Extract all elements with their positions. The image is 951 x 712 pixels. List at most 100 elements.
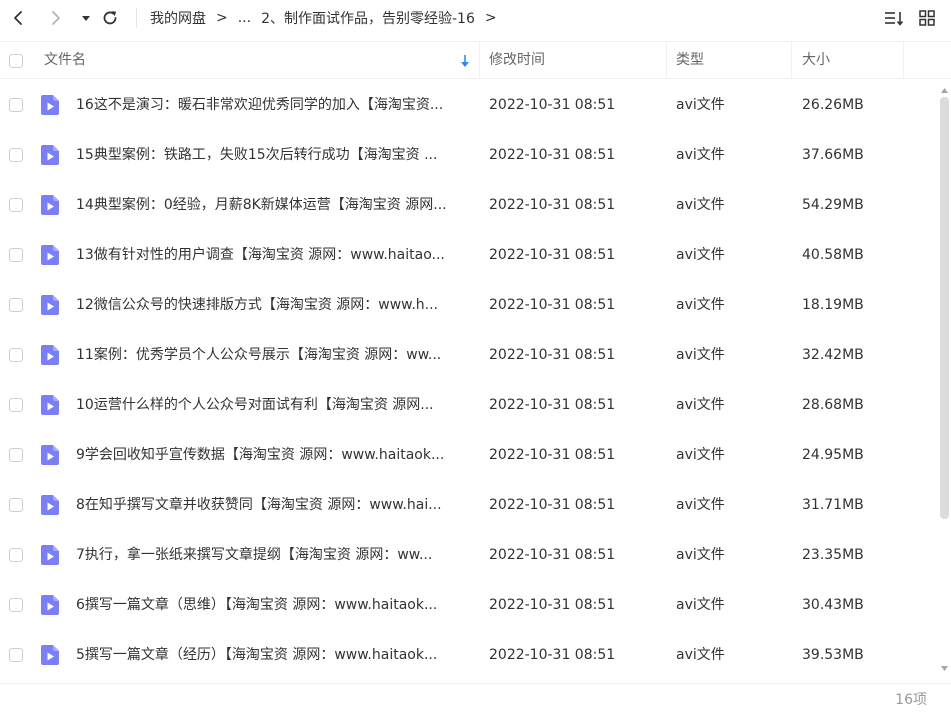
caret-down-icon <box>82 16 90 21</box>
sort-down-arrow-icon[interactable] <box>458 53 472 69</box>
file-row[interactable]: 6撰写一篇文章（思维）【海淘宝资 源网：www.haitaok... 2022-… <box>0 580 938 630</box>
file-size: 54.29MB <box>802 197 864 213</box>
chevron-right-icon <box>52 11 60 25</box>
video-file-icon <box>41 445 59 465</box>
video-file-icon <box>41 295 59 315</box>
list-sort-icon <box>885 12 904 26</box>
file-type: avi文件 <box>676 647 725 663</box>
file-size: 31.71MB <box>802 497 864 513</box>
file-name[interactable]: 12微信公众号的快速排版方式【海淘宝资 源网：www.h... <box>76 280 472 330</box>
column-divider[interactable] <box>666 42 667 79</box>
file-type: avi文件 <box>676 447 725 463</box>
top-toolbar: 我的网盘 > ... 2、制作面试作品，告别零经验-16 > <box>0 0 951 36</box>
file-type: avi文件 <box>676 197 725 213</box>
video-file-icon <box>41 645 59 665</box>
file-size: 24.95MB <box>802 447 864 463</box>
file-size: 26.26MB <box>802 97 864 113</box>
file-modified-time: 2022-10-31 08:51 <box>489 647 616 663</box>
breadcrumb-ellipsis[interactable]: ... <box>238 10 251 26</box>
video-file-icon <box>41 395 59 415</box>
file-type: avi文件 <box>676 297 725 313</box>
file-row[interactable]: 14典型案例：0经验，月薪8K新媒体运营【海淘宝资 源网... 2022-10-… <box>0 180 938 230</box>
file-type: avi文件 <box>676 597 725 613</box>
row-checkbox[interactable] <box>9 598 23 612</box>
grid-view-icon <box>919 10 935 26</box>
file-row[interactable]: 5撰写一篇文章（经历）【海淘宝资 源网：www.haitaok... 2022-… <box>0 630 938 680</box>
file-name[interactable]: 6撰写一篇文章（思维）【海淘宝资 源网：www.haitaok... <box>76 580 472 630</box>
file-name[interactable]: 8在知乎撰写文章并收获赞同【海淘宝资 源网：www.hai... <box>76 480 472 530</box>
column-size-header[interactable]: 大小 <box>802 42 830 79</box>
column-type-header[interactable]: 类型 <box>676 42 704 79</box>
grid-view-button[interactable] <box>916 7 938 29</box>
file-row[interactable]: 15典型案例：铁路工，失败15次后转行成功【海淘宝资 ... 2022-10-3… <box>0 130 938 180</box>
video-file-icon <box>41 145 59 165</box>
file-name[interactable]: 10运营什么样的个人公众号对面试有利【海淘宝资 源网... <box>76 380 472 430</box>
toolbar-divider <box>136 8 137 28</box>
file-size: 30.43MB <box>802 597 864 613</box>
sort-order-button[interactable] <box>883 7 905 29</box>
row-checkbox[interactable] <box>9 348 23 362</box>
video-file-icon <box>41 95 59 115</box>
scrollbar-thumb[interactable] <box>940 97 949 519</box>
column-header: 文件名 修改时间 类型 大小 <box>0 41 951 79</box>
row-checkbox[interactable] <box>9 448 23 462</box>
row-checkbox[interactable] <box>9 148 23 162</box>
column-name-header[interactable]: 文件名 <box>44 42 86 79</box>
breadcrumb-separator: > <box>216 10 228 26</box>
breadcrumb: 我的网盘 > ... 2、制作面试作品，告别零经验-16 > <box>150 0 507 36</box>
file-row[interactable]: 7执行，拿一张纸来撰写文章提纲【海淘宝资 源网：ww... 2022-10-31… <box>0 530 938 580</box>
file-modified-time: 2022-10-31 08:51 <box>489 197 616 213</box>
file-name[interactable]: 9学会回收知乎宣传数据【海淘宝资 源网：www.haitaok... <box>76 430 472 480</box>
refresh-button[interactable] <box>98 6 122 30</box>
file-name[interactable]: 5撰写一篇文章（经历）【海淘宝资 源网：www.haitaok... <box>76 630 472 680</box>
row-checkbox[interactable] <box>9 98 23 112</box>
row-checkbox[interactable] <box>9 198 23 212</box>
file-name[interactable]: 11案例：优秀学员个人公众号展示【海淘宝资 源网：ww... <box>76 330 472 380</box>
file-row[interactable]: 8在知乎撰写文章并收获赞同【海淘宝资 源网：www.hai... 2022-10… <box>0 480 938 530</box>
scroll-down-arrow-icon[interactable] <box>940 664 949 673</box>
file-name[interactable]: 15典型案例：铁路工，失败15次后转行成功【海淘宝资 ... <box>76 130 472 180</box>
file-type: avi文件 <box>676 547 725 563</box>
forward-button[interactable] <box>44 6 68 30</box>
column-modified-header[interactable]: 修改时间 <box>489 42 545 79</box>
breadcrumb-root[interactable]: 我的网盘 <box>150 8 206 28</box>
file-modified-time: 2022-10-31 08:51 <box>489 297 616 313</box>
vertical-scrollbar[interactable] <box>938 80 951 680</box>
status-bar: 16项 <box>0 683 951 712</box>
breadcrumb-separator: > <box>484 10 497 26</box>
history-dropdown-button[interactable] <box>74 6 98 30</box>
file-row[interactable]: 11案例：优秀学员个人公众号展示【海淘宝资 源网：ww... 2022-10-3… <box>0 330 938 380</box>
file-row[interactable]: 9学会回收知乎宣传数据【海淘宝资 源网：www.haitaok... 2022-… <box>0 430 938 480</box>
file-name[interactable]: 16这不是演习：暖石非常欢迎优秀同学的加入【海淘宝资... <box>76 80 472 130</box>
row-checkbox[interactable] <box>9 548 23 562</box>
row-checkbox[interactable] <box>9 648 23 662</box>
file-modified-time: 2022-10-31 08:51 <box>489 497 616 513</box>
column-divider[interactable] <box>479 42 480 79</box>
scroll-up-arrow-icon[interactable] <box>940 86 949 95</box>
file-modified-time: 2022-10-31 08:51 <box>489 397 616 413</box>
row-checkbox[interactable] <box>9 248 23 262</box>
file-name[interactable]: 7执行，拿一张纸来撰写文章提纲【海淘宝资 源网：ww... <box>76 530 472 580</box>
row-checkbox[interactable] <box>9 398 23 412</box>
row-checkbox[interactable] <box>9 298 23 312</box>
chevron-left-icon <box>14 11 22 25</box>
file-name[interactable]: 13做有针对性的用户调查【海淘宝资 源网：www.haitao... <box>76 230 472 280</box>
file-row[interactable]: 12微信公众号的快速排版方式【海淘宝资 源网：www.h... 2022-10-… <box>0 280 938 330</box>
file-modified-time: 2022-10-31 08:51 <box>489 447 616 463</box>
video-file-icon <box>41 495 59 515</box>
column-divider[interactable] <box>903 42 904 79</box>
file-row[interactable]: 10运营什么样的个人公众号对面试有利【海淘宝资 源网... 2022-10-31… <box>0 380 938 430</box>
back-button[interactable] <box>6 6 30 30</box>
row-checkbox[interactable] <box>9 498 23 512</box>
file-modified-time: 2022-10-31 08:51 <box>489 147 616 163</box>
select-all-checkbox[interactable] <box>9 54 23 68</box>
file-type: avi文件 <box>676 147 725 163</box>
file-row[interactable]: 16这不是演习：暖石非常欢迎优秀同学的加入【海淘宝资... 2022-10-31… <box>0 80 938 130</box>
column-divider[interactable] <box>791 42 792 79</box>
file-name[interactable]: 14典型案例：0经验，月薪8K新媒体运营【海淘宝资 源网... <box>76 180 472 230</box>
file-modified-time: 2022-10-31 08:51 <box>489 547 616 563</box>
file-size: 23.35MB <box>802 547 864 563</box>
file-row[interactable]: 13做有针对性的用户调查【海淘宝资 源网：www.haitao... 2022-… <box>0 230 938 280</box>
file-type: avi文件 <box>676 347 725 363</box>
video-file-icon <box>41 345 59 365</box>
